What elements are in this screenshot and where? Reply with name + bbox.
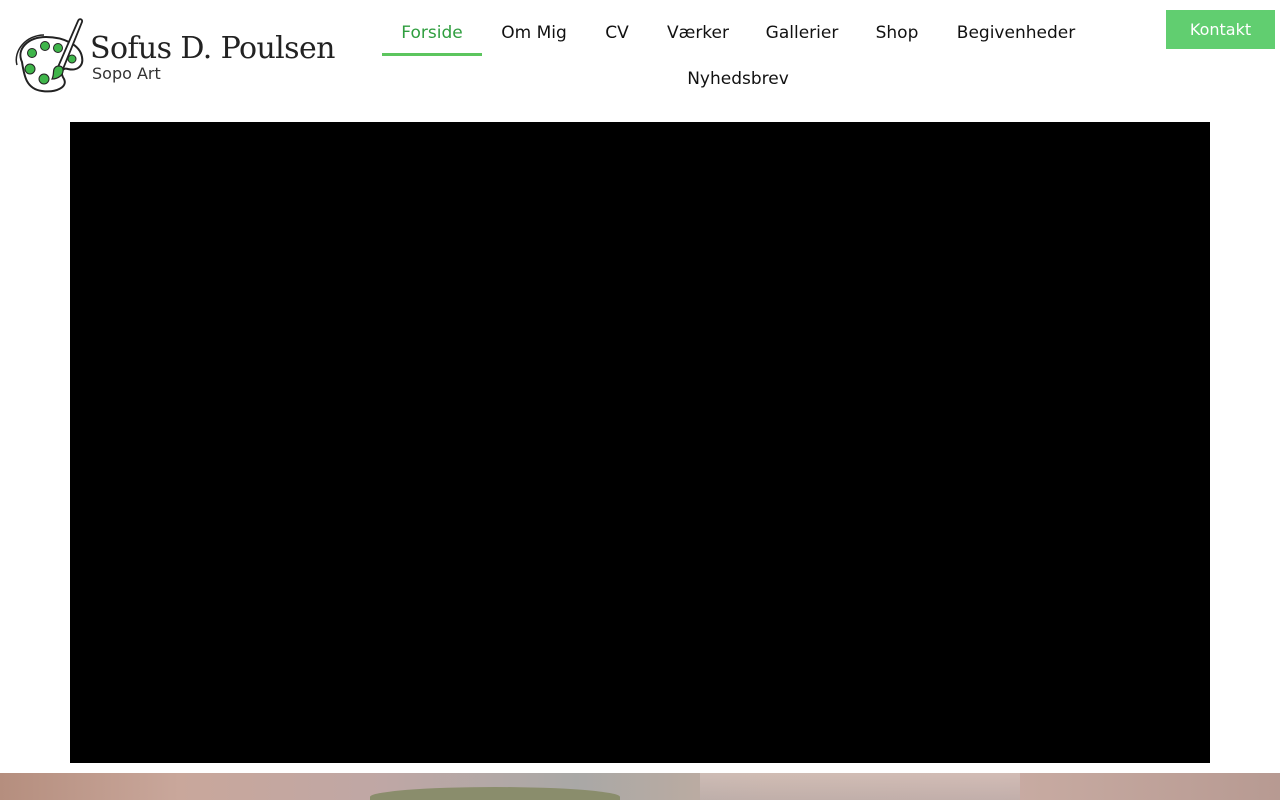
painting-hill-area xyxy=(370,787,620,800)
contact-button[interactable]: Kontakt xyxy=(1166,10,1275,49)
nav-item-nyhedsbrev[interactable]: Nyhedsbrev xyxy=(672,56,804,102)
logo-subtitle: Sopo Art xyxy=(92,64,161,83)
logo-title: Sofus D. Poulsen xyxy=(90,31,335,66)
nav-item-gallerier[interactable]: Gallerier xyxy=(751,10,853,56)
nav-item-begivenheder[interactable]: Begivenheder xyxy=(940,10,1092,56)
paint-palette-icon xyxy=(15,18,84,93)
nav-item-vaerker[interactable]: Værker xyxy=(650,10,746,56)
nav-item-om-mig[interactable]: Om Mig xyxy=(484,10,584,56)
site-header: Sofus D. Poulsen Sopo Art Forside Om Mig… xyxy=(0,0,1280,110)
nav-item-shop[interactable]: Shop xyxy=(859,10,935,56)
nav-item-cv[interactable]: CV xyxy=(589,10,645,56)
video-player[interactable] xyxy=(70,122,1210,763)
site-logo[interactable]: Sofus D. Poulsen Sopo Art xyxy=(14,15,335,97)
painting-sky-area xyxy=(700,773,1020,800)
logo-text: Sofus D. Poulsen Sopo Art xyxy=(90,33,335,83)
painting-image xyxy=(0,773,1280,800)
nav-active-indicator xyxy=(382,53,482,56)
nav-item-forside[interactable]: Forside xyxy=(382,10,482,56)
